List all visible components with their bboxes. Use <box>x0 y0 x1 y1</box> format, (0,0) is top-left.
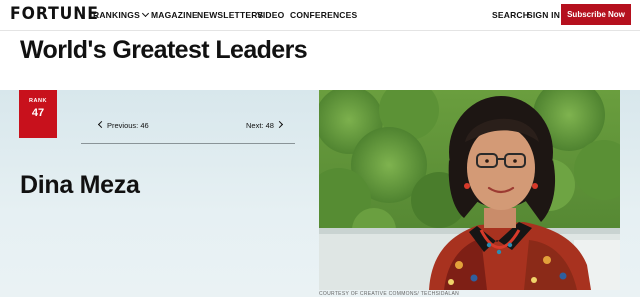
nav-conferences[interactable]: CONFERENCES <box>290 10 357 20</box>
subscribe-button[interactable]: Subscribe Now <box>561 4 631 25</box>
next-label: Next: 48 <box>246 121 274 130</box>
search-link[interactable]: SEARCH <box>492 10 529 20</box>
top-navbar: FORTUNE RANKINGS MAGAZINE NEWSLETTERS VI… <box>0 0 640 31</box>
nav-rankings-label: RANKINGS <box>93 10 140 20</box>
previous-label: Previous: 46 <box>107 121 149 130</box>
nav-magazine[interactable]: MAGAZINE <box>151 10 198 20</box>
next-leader-link[interactable]: Next: 48 <box>246 120 283 130</box>
rank-badge: RANK 47 <box>19 90 57 138</box>
chevron-right-icon <box>275 120 283 129</box>
page-title: World's Greatest Leaders <box>20 36 308 64</box>
sign-in-link[interactable]: SIGN IN <box>527 10 560 20</box>
nav-video[interactable]: VIDEO <box>257 10 284 20</box>
chevron-left-icon <box>97 120 106 129</box>
chevron-down-icon <box>141 9 149 18</box>
photo-credit: COURTESY OF CREATIVE COMMONS/ TECHSIDALA… <box>319 291 460 297</box>
previous-leader-link[interactable]: Previous: 46 <box>97 120 149 130</box>
leader-portrait-photo <box>319 90 620 290</box>
nav-rankings[interactable]: RANKINGS <box>93 9 149 20</box>
rank-number: 47 <box>31 107 45 119</box>
nav-newsletters[interactable]: NEWSLETTERS <box>197 10 263 20</box>
portrait-illustration <box>319 90 620 290</box>
rank-label: RANK <box>29 98 47 104</box>
leader-name: Dina Meza <box>20 171 140 199</box>
fortune-logo[interactable]: FORTUNE <box>10 4 99 24</box>
divider <box>81 143 295 144</box>
